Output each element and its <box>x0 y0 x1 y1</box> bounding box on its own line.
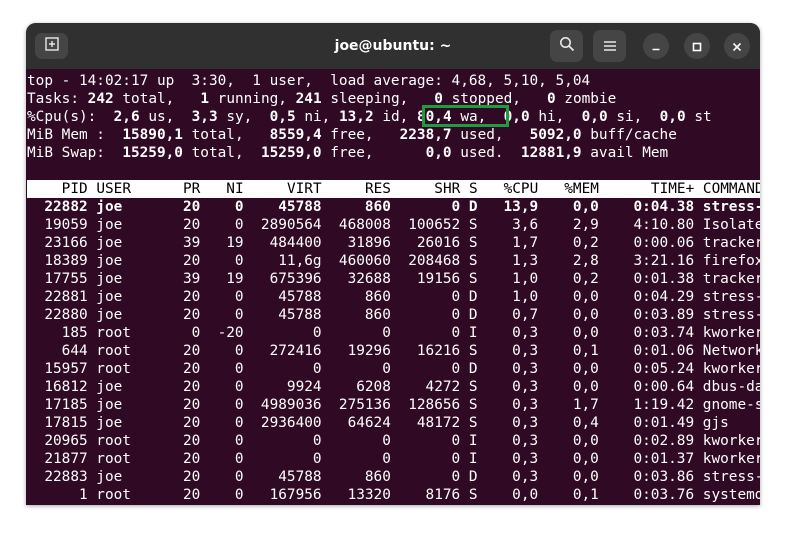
table-row: 21877 root 20 0 0 0 0 I 0,3 0,0 0:01.37 … <box>27 451 760 467</box>
tasks-line: Tasks: 242 total, 1 running, 241 sleepin… <box>27 91 617 107</box>
close-button[interactable] <box>724 33 750 59</box>
table-row: 16812 joe 20 0 9924 6208 4272 S 0,3 0,0 … <box>27 379 760 395</box>
table-row: 17755 joe 39 19 675396 32688 19156 S 1,0… <box>27 271 760 287</box>
close-icon <box>732 37 742 56</box>
tasks-running: 1 <box>200 91 209 107</box>
maximize-button[interactable] <box>684 33 710 59</box>
table-row: 19059 joe 20 0 2890564 468008 100652 S 3… <box>27 217 760 233</box>
maximize-icon <box>692 37 702 56</box>
col-header-command: COMMAND <box>702 181 760 197</box>
new-tab-icon <box>44 36 60 56</box>
minimize-icon <box>651 37 661 56</box>
new-tab-button[interactable] <box>35 33 68 59</box>
table-row: 644 root 20 0 272416 19296 16216 S 0,3 0… <box>27 343 760 359</box>
terminal-window: joe@ubuntu: ~ top - 14:02:17 up 3:30, 1 … <box>26 23 760 505</box>
cpu-line: %Cpu(s): 2,6 us, 3,3 sy, 0,5 ni, 13,2 id… <box>27 109 712 125</box>
col-header-cpu: %CPU <box>486 181 539 197</box>
col-header-pid: PID <box>27 181 88 197</box>
col-header-mem: %MEM <box>546 181 599 197</box>
table-row: 22883 joe 20 0 45788 860 0 D 0,3 0,0 0:0… <box>27 469 760 485</box>
cpu-wait-highlight-box <box>422 105 509 127</box>
col-header-ni: NI <box>208 181 244 197</box>
table-row: 22882 joe 20 0 45788 860 0 D 13,9 0,0 0:… <box>27 199 760 215</box>
col-header-s: S <box>460 181 478 197</box>
tasks-sleeping: 241 <box>295 91 322 107</box>
table-row: 18389 joe 20 0 11,6g 460060 208468 S 1,3… <box>27 253 760 269</box>
uptime-line: top - 14:02:17 up 3:30, 1 user, load ave… <box>27 73 591 89</box>
table-row: 185 root 0 -20 0 0 0 I 0,3 0,0 0:03.74 k… <box>27 325 760 341</box>
col-header-res: RES <box>330 181 391 197</box>
swap-line: MiB Swap: 15259,0 total, 15259,0 free, 0… <box>27 145 669 161</box>
terminal-output[interactable]: top - 14:02:17 up 3:30, 1 user, load ave… <box>27 72 760 505</box>
search-button[interactable] <box>550 30 583 62</box>
table-row: 17185 joe 20 0 4989036 275136 128656 S 0… <box>27 397 760 413</box>
search-icon <box>559 36 575 56</box>
tasks-total: 242 <box>87 91 114 107</box>
table-row: 23166 joe 39 19 484400 31896 26016 S 1,7… <box>27 235 760 251</box>
hamburger-menu-icon <box>603 37 617 56</box>
menu-button[interactable] <box>593 30 626 62</box>
title-bar: joe@ubuntu: ~ <box>26 23 760 69</box>
col-header-virt: VIRT <box>252 181 322 197</box>
tasks-zombie: 0 <box>546 91 556 107</box>
process-table: 22882 joe 20 0 45788 860 0 D 13,9 0,0 0:… <box>27 198 760 504</box>
table-row: 22880 joe 20 0 45788 860 0 D 0,7 0,0 0:0… <box>27 307 760 323</box>
table-row: 1 root 20 0 167956 13320 8176 S 0,0 0,1 … <box>27 487 760 503</box>
minimize-button[interactable] <box>643 33 669 59</box>
col-header-time: TIME+ <box>607 181 695 197</box>
table-row: 20965 root 20 0 0 0 0 I 0,3 0,0 0:02.89 … <box>27 433 760 449</box>
table-row: 15957 root 20 0 0 0 0 D 0,3 0,0 0:05.24 … <box>27 361 760 377</box>
table-row: 17815 joe 20 0 2936400 64624 48172 S 0,3… <box>27 415 760 431</box>
table-row: 22881 joe 20 0 45788 860 0 D 1,0 0,0 0:0… <box>27 289 760 305</box>
process-table-header: PID USER PR NI VIRT RES SHR S %CPU %MEM … <box>27 180 760 198</box>
col-header-user: USER <box>96 181 175 197</box>
mem-line: MiB Mem : 15890,1 total, 8559,4 free, 22… <box>27 127 677 143</box>
col-header-shr: SHR <box>399 181 461 197</box>
col-header-pr: PR <box>174 181 201 197</box>
